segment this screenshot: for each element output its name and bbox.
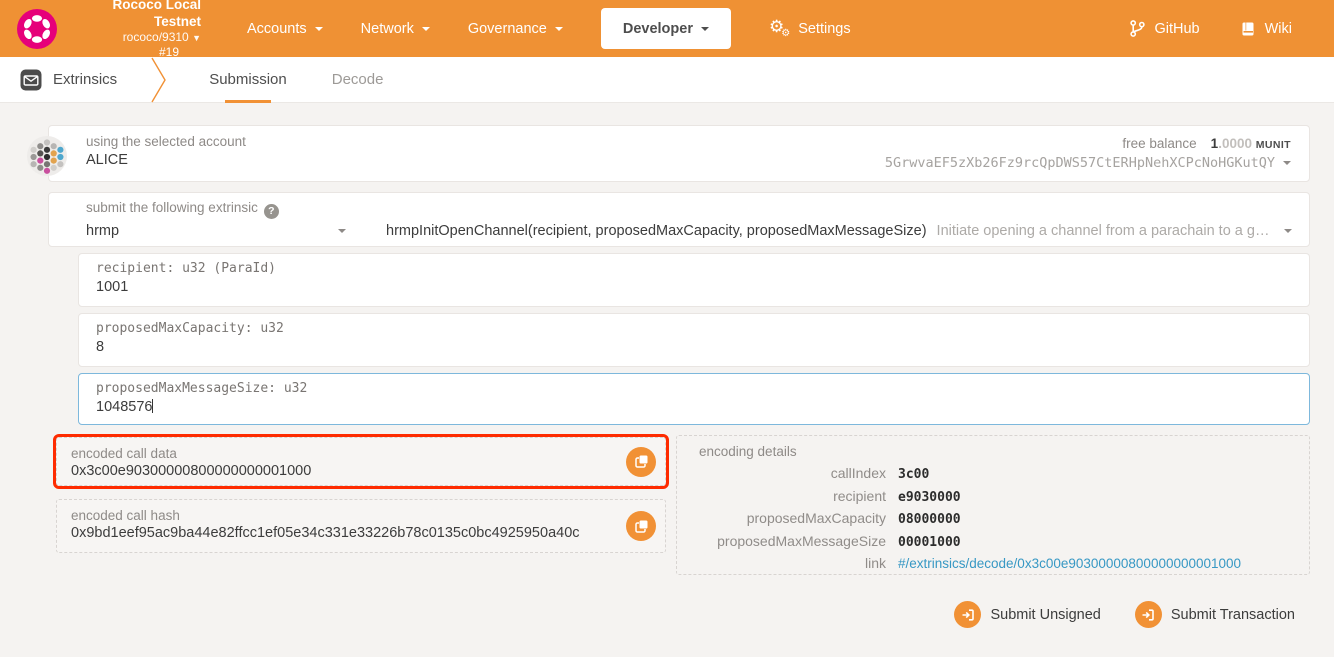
free-balance: free balance1.0000 MUNIT (885, 134, 1291, 154)
encoded-call-hash: encoded call hash 0x9bd1eef95ac9ba44e82f… (56, 499, 666, 553)
copy-icon (634, 454, 649, 469)
copy-call-data-button[interactable] (626, 447, 656, 477)
chevron-down-icon (338, 229, 346, 237)
main-nav: Accounts Network Governance Developer ⚙⚙… (247, 0, 851, 57)
github-link[interactable]: GitHub (1130, 20, 1199, 37)
account-selector[interactable]: using the selected account ALICE free ba… (48, 125, 1310, 182)
param-recipient[interactable]: recipient: u32 (ParaId) 1001 (78, 253, 1310, 307)
chevron-down-icon (1284, 229, 1292, 237)
encoding-details-title: encoding details (699, 444, 1309, 459)
section-extrinsics: Extrinsics (20, 69, 117, 91)
network-info[interactable]: Rococo Local Testnet rococo/9310 ▼ #19 (71, 0, 201, 60)
nav-network[interactable]: Network (361, 21, 430, 37)
param-capacity-value[interactable]: 8 (96, 339, 1295, 355)
submit-transaction-button[interactable]: Submit Transaction (1135, 601, 1295, 628)
tab-bar: Extrinsics Submission Decode (0, 57, 1334, 103)
section-dropdown[interactable]: hrmp (86, 223, 386, 239)
copy-icon (634, 519, 649, 534)
network-version[interactable]: rococo/9310 ▼ (71, 30, 201, 45)
encoding-details-panel: encoding details callIndex 3c00 recipien… (676, 435, 1310, 575)
encoded-call-data: encoded call data 0x3c00e903000008000000… (56, 437, 666, 486)
account-balance-block: free balance1.0000 MUNIT 5GrwvaEF5zXb26F… (885, 134, 1291, 173)
nav-settings[interactable]: ⚙⚙ Settings (769, 18, 851, 39)
section-label: Extrinsics (53, 71, 117, 88)
gears-icon: ⚙⚙ (769, 18, 790, 39)
decode-link[interactable]: #/extrinsics/decode/0x3c00e9030000080000… (898, 556, 1309, 571)
param-message-size-value[interactable]: 1048576 (96, 399, 1295, 415)
help-icon[interactable]: ? (264, 204, 279, 219)
chevron-down-icon (1283, 161, 1291, 169)
sign-in-arrow-icon (1135, 601, 1162, 628)
header-links: GitHub Wiki (1130, 20, 1292, 37)
param-proposed-max-capacity[interactable]: proposedMaxCapacity: u32 8 (78, 313, 1310, 367)
extrinsic-dropdowns: hrmp hrmpInitOpenChannel(recipient, prop… (86, 223, 1292, 239)
nav-developer[interactable]: Developer (601, 8, 731, 49)
chevron-down-icon (701, 27, 709, 35)
text-cursor (152, 399, 153, 413)
submit-actions: Submit Unsigned Submit Transaction (954, 601, 1295, 628)
polkadot-logo-icon[interactable] (17, 9, 57, 49)
tab-decode[interactable]: Decode (332, 57, 384, 103)
sign-in-arrow-icon (954, 601, 981, 628)
app-header: Rococo Local Testnet rococo/9310 ▼ #19 A… (0, 0, 1334, 57)
extrinsic-label: submit the following extrinsic? (86, 200, 1292, 219)
wiki-link[interactable]: Wiki (1240, 21, 1292, 37)
param-proposed-max-message-size[interactable]: proposedMaxMessageSize: u32 1048576 (78, 373, 1310, 425)
chevron-down-icon (315, 27, 323, 35)
extrinsic-selector: submit the following extrinsic? hrmp hrm… (48, 192, 1310, 247)
param-recipient-value[interactable]: 1001 (96, 279, 1295, 295)
account-address[interactable]: 5GrwvaEF5zXb26Fz9rcQpDWS57CtERHpNehXCPcN… (885, 154, 1291, 174)
encoding-details-table: callIndex 3c00 recipient e9030000 propos… (699, 465, 1309, 571)
chevron-separator (151, 57, 169, 103)
nav-accounts[interactable]: Accounts (247, 21, 323, 37)
extrinsics-envelope-icon (20, 69, 42, 91)
method-dropdown[interactable]: hrmpInitOpenChannel(recipient, proposedM… (386, 223, 1292, 239)
book-icon (1240, 21, 1256, 37)
account-identicon (27, 136, 67, 176)
nav-governance[interactable]: Governance (468, 21, 563, 37)
tab-submission[interactable]: Submission (209, 57, 287, 103)
chevron-down-icon (422, 27, 430, 35)
submit-unsigned-button[interactable]: Submit Unsigned (954, 601, 1100, 628)
network-name: Rococo Local Testnet (71, 0, 201, 30)
method-hint: Initiate opening a channel from a parach… (937, 223, 1272, 239)
chevron-down-icon (555, 27, 563, 35)
copy-call-hash-button[interactable] (626, 511, 656, 541)
git-branch-icon (1130, 20, 1145, 37)
